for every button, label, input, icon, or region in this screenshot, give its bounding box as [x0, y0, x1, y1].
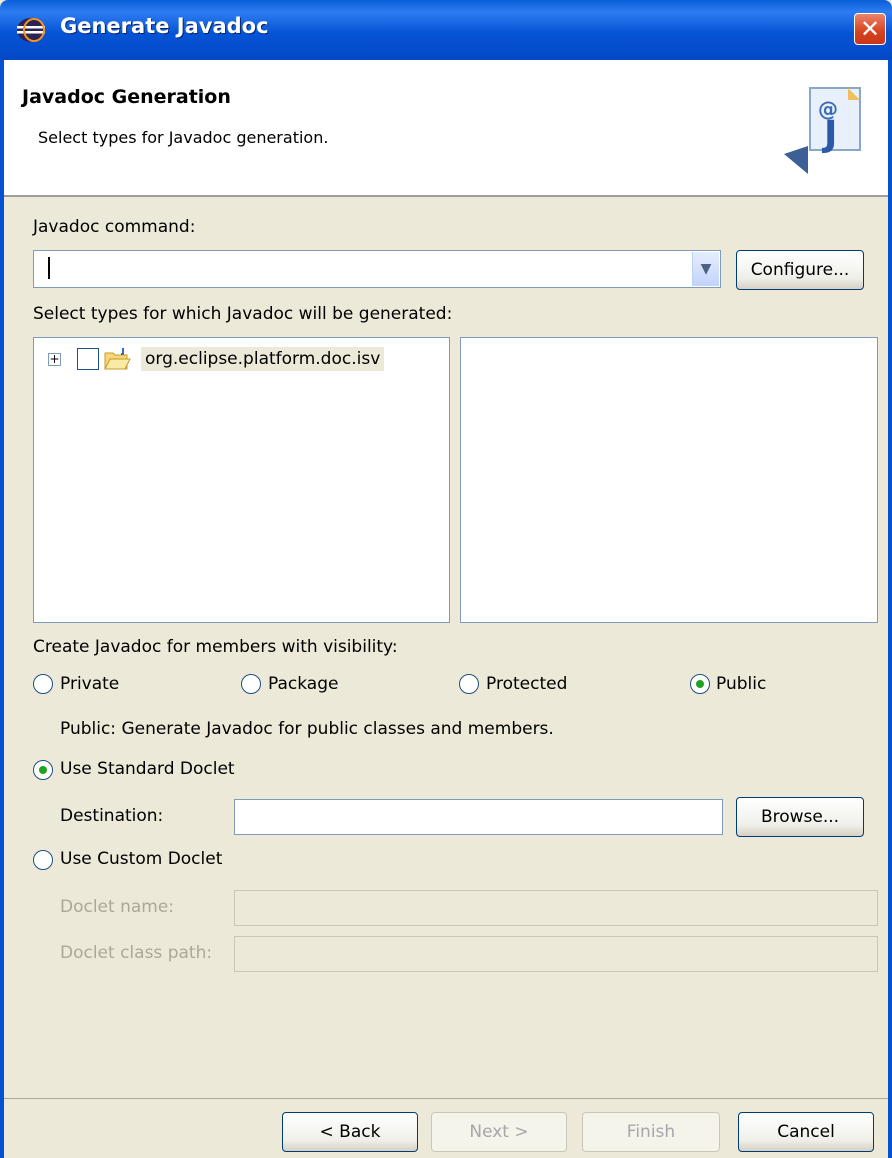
close-icon: ✕	[859, 15, 881, 43]
radio-package[interactable]	[241, 674, 261, 694]
radio-private-label[interactable]: Private	[60, 674, 119, 694]
radio-private[interactable]	[33, 674, 53, 694]
javadoc-command-combo[interactable]: ▼	[33, 250, 721, 288]
types-tree[interactable]: + org.eclipse.platform.doc.isv	[33, 337, 450, 623]
radio-custom-doclet-label[interactable]: Use Custom Doclet	[60, 849, 222, 869]
generate-javadoc-dialog: Generate Javadoc ✕ Javadoc Generation Se…	[0, 0, 892, 1158]
radio-standard-doclet-label[interactable]: Use Standard Doclet	[60, 759, 235, 779]
window-frame-right	[888, 60, 892, 1158]
doclet-name-label: Doclet name:	[60, 897, 175, 917]
radio-standard-doclet[interactable]	[33, 760, 53, 780]
finish-button[interactable]: Finish	[582, 1112, 720, 1152]
svg-text:J: J	[821, 114, 837, 155]
types-label: Select types for which Javadoc will be g…	[33, 304, 453, 324]
doclet-classpath-label: Doclet class path:	[60, 943, 213, 963]
cancel-button[interactable]: Cancel	[738, 1112, 874, 1152]
next-button[interactable]: Next >	[431, 1112, 567, 1152]
doclet-classpath-input[interactable]	[234, 936, 878, 972]
types-list[interactable]	[460, 337, 878, 623]
wizard-banner: Javadoc Generation Select types for Java…	[4, 60, 888, 197]
destination-input[interactable]	[234, 799, 723, 835]
browse-button[interactable]: Browse...	[736, 797, 864, 837]
radio-protected-label[interactable]: Protected	[486, 674, 567, 694]
expand-icon[interactable]: +	[48, 352, 61, 366]
radio-public-label[interactable]: Public	[716, 674, 766, 694]
project-folder-icon	[104, 348, 131, 370]
title-bar[interactable]: Generate Javadoc ✕	[0, 0, 892, 60]
radio-custom-doclet[interactable]	[33, 850, 53, 870]
radio-public[interactable]	[690, 674, 710, 694]
footer-separator	[4, 1098, 888, 1099]
radio-package-label[interactable]: Package	[268, 674, 338, 694]
window-title: Generate Javadoc	[60, 14, 269, 38]
window-frame-left	[0, 60, 4, 1158]
javadoc-command-label: Javadoc command:	[33, 217, 196, 237]
text-caret	[48, 257, 50, 279]
tree-item-checkbox[interactable]	[77, 348, 99, 370]
visibility-description: Public: Generate Javadoc for public clas…	[60, 719, 554, 739]
back-button[interactable]: < Back	[282, 1112, 418, 1152]
radio-protected[interactable]	[459, 674, 479, 694]
page-description: Select types for Javadoc generation.	[38, 128, 329, 147]
close-button[interactable]: ✕	[854, 13, 886, 45]
tree-item[interactable]: + org.eclipse.platform.doc.isv	[48, 346, 385, 372]
doclet-name-input[interactable]	[234, 890, 878, 926]
configure-button[interactable]: Configure...	[736, 250, 864, 290]
chevron-down-icon[interactable]: ▼	[692, 252, 719, 286]
destination-label: Destination:	[60, 806, 164, 826]
tree-item-label: org.eclipse.platform.doc.isv	[141, 347, 385, 371]
visibility-label: Create Javadoc for members with visibili…	[33, 637, 398, 657]
eclipse-icon	[17, 18, 45, 42]
page-title: Javadoc Generation	[22, 86, 231, 108]
javadoc-wizard-icon: @ J	[784, 87, 861, 174]
